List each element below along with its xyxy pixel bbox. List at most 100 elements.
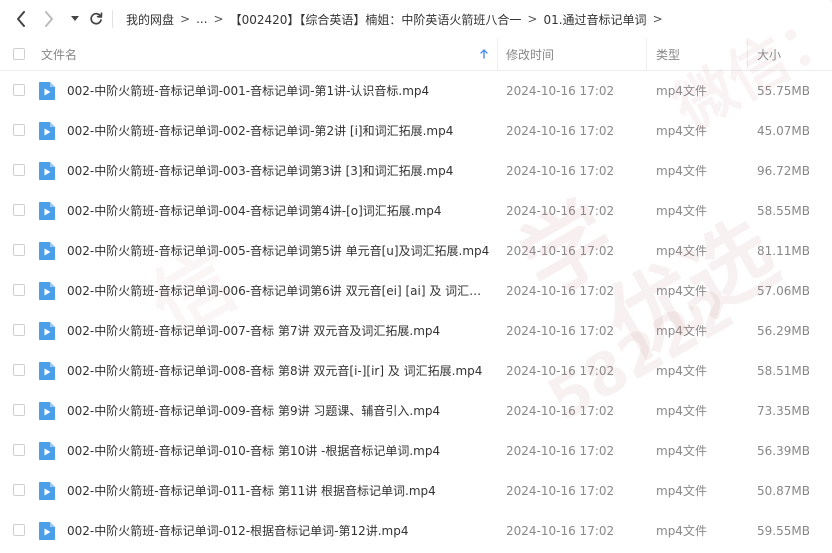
file-row[interactable]: 002-中阶火箭班-音标记单词-011-音标 第11讲 根据音标记单词.mp4 2… — [0, 471, 832, 511]
file-modified-date: 2024-10-16 17:02 — [506, 164, 615, 178]
row-checkbox[interactable] — [13, 484, 25, 496]
column-header-date[interactable]: 修改时间 — [497, 38, 645, 70]
file-modified-date: 2024-10-16 17:02 — [506, 404, 615, 418]
file-name[interactable]: 002-中阶火箭班-音标记单词-008-音标 第8讲 双元音[i-][ir] 及… — [67, 351, 482, 391]
chevron-right-icon — [45, 11, 53, 27]
toolbar: 我的网盘 > ... > 【002420】【综合英语】楠姐：中阶英语火箭班八合一… — [0, 0, 832, 38]
file-modified-date: 2024-10-16 17:02 — [506, 244, 615, 258]
file-name[interactable]: 002-中阶火箭班-音标记单词-010-音标 第10讲 -根据音标记单词.mp4 — [67, 431, 440, 471]
file-type: mp4文件 — [656, 124, 707, 138]
file-type: mp4文件 — [656, 204, 707, 218]
file-name[interactable]: 002-中阶火箭班-音标记单词-007-音标 第7讲 双元音及词汇拓展.mp4 — [67, 311, 440, 351]
row-checkbox[interactable] — [13, 204, 25, 216]
file-row[interactable]: 002-中阶火箭班-音标记单词-007-音标 第7讲 双元音及词汇拓展.mp4 2… — [0, 311, 832, 351]
video-file-icon — [39, 522, 55, 540]
file-name[interactable]: 002-中阶火箭班-音标记单词-011-音标 第11讲 根据音标记单词.mp4 — [67, 471, 436, 511]
toolbar-divider — [112, 10, 113, 28]
video-file-icon — [39, 402, 55, 420]
video-file-icon — [39, 162, 55, 180]
forward-button[interactable] — [40, 10, 58, 28]
file-modified-date: 2024-10-16 17:02 — [506, 204, 615, 218]
file-modified-date: 2024-10-16 17:02 — [506, 524, 615, 538]
arrow-up-icon — [480, 49, 488, 59]
file-type: mp4文件 — [656, 404, 707, 418]
caret-down-icon — [71, 16, 79, 21]
video-file-icon — [39, 282, 55, 300]
breadcrumb-item-current[interactable]: 01.通过音标记单词 — [543, 11, 646, 28]
file-name[interactable]: 002-中阶火箭班-音标记单词-004-音标记单词第4讲-[o]词汇拓展.mp4 — [67, 191, 442, 231]
video-file-icon — [39, 442, 55, 460]
back-button[interactable] — [12, 10, 30, 28]
breadcrumb: 我的网盘 > ... > 【002420】【综合英语】楠姐：中阶英语火箭班八合一… — [126, 0, 669, 38]
row-checkbox[interactable] — [13, 244, 25, 256]
file-list-header: 文件名 修改时间 类型 大小 — [0, 38, 832, 71]
column-header-size-label: 大小 — [757, 47, 782, 62]
file-modified-date: 2024-10-16 17:02 — [506, 84, 615, 98]
file-type: mp4文件 — [656, 324, 707, 338]
row-checkbox[interactable] — [13, 524, 25, 536]
file-name[interactable]: 002-中阶火箭班-音标记单词-005-音标记单词第5讲 单元音[u]及词汇拓展… — [67, 231, 489, 271]
file-modified-date: 2024-10-16 17:02 — [506, 324, 615, 338]
file-modified-date: 2024-10-16 17:02 — [506, 364, 615, 378]
file-size: 81.11MB — [757, 244, 810, 258]
file-row[interactable]: 002-中阶火箭班-音标记单词-003-音标记单词第3讲 [3]和词汇拓展.mp… — [0, 151, 832, 191]
column-header-type[interactable]: 类型 — [646, 38, 746, 70]
file-name[interactable]: 002-中阶火箭班-音标记单词-003-音标记单词第3讲 [3]和词汇拓展.mp… — [67, 151, 453, 191]
file-modified-date: 2024-10-16 17:02 — [506, 484, 615, 498]
video-file-icon — [39, 362, 55, 380]
file-row[interactable]: 002-中阶火箭班-音标记单词-008-音标 第8讲 双元音[i-][ir] 及… — [0, 351, 832, 391]
file-type: mp4文件 — [656, 484, 707, 498]
file-name[interactable]: 002-中阶火箭班-音标记单词-009-音标 第9讲 习题课、辅音引入.mp4 — [67, 391, 440, 431]
file-row[interactable]: 002-中阶火箭班-音标记单词-005-音标记单词第5讲 单元音[u]及词汇拓展… — [0, 231, 832, 271]
file-row[interactable]: 002-中阶火箭班-音标记单词-001-音标记单词-第1讲-认识音标.mp4 20… — [0, 71, 832, 111]
breadcrumb-separator-icon: > — [652, 12, 663, 26]
row-checkbox[interactable] — [13, 444, 25, 456]
file-size: 58.51MB — [757, 364, 810, 378]
row-checkbox[interactable] — [13, 164, 25, 176]
file-type: mp4文件 — [656, 284, 707, 298]
file-size: 45.07MB — [757, 124, 810, 138]
breadcrumb-separator-icon: > — [180, 12, 191, 26]
row-checkbox[interactable] — [13, 404, 25, 416]
file-modified-date: 2024-10-16 17:02 — [506, 444, 615, 458]
video-file-icon — [39, 82, 55, 100]
row-checkbox[interactable] — [13, 364, 25, 376]
row-checkbox[interactable] — [13, 284, 25, 296]
row-checkbox[interactable] — [13, 124, 25, 136]
file-size: 55.75MB — [757, 84, 810, 98]
file-size: 73.35MB — [757, 404, 810, 418]
file-size: 57.06MB — [757, 284, 810, 298]
file-name[interactable]: 002-中阶火箭班-音标记单词-002-音标记单词-第2讲 [i]和词汇拓展.m… — [67, 111, 453, 151]
breadcrumb-item[interactable]: 【002420】【综合英语】楠姐：中阶英语火箭班八合一 — [230, 11, 522, 28]
file-size: 50.87MB — [757, 484, 810, 498]
file-row[interactable]: 002-中阶火箭班-音标记单词-012-根据音标记单词-第12讲.mp4 2024… — [0, 511, 832, 551]
file-row[interactable]: 002-中阶火箭班-音标记单词-004-音标记单词第4讲-[o]词汇拓展.mp4… — [0, 191, 832, 231]
file-row[interactable]: 002-中阶火箭班-音标记单词-010-音标 第10讲 -根据音标记单词.mp4… — [0, 431, 832, 471]
row-checkbox[interactable] — [13, 84, 25, 96]
file-name[interactable]: 002-中阶火箭班-音标记单词-006-音标记单词第6讲 双元音[ei] [ai… — [67, 271, 492, 311]
video-file-icon — [39, 482, 55, 500]
file-size: 58.55MB — [757, 204, 810, 218]
refresh-icon — [90, 12, 103, 25]
file-size: 56.29MB — [757, 324, 810, 338]
file-name[interactable]: 002-中阶火箭班-音标记单词-012-根据音标记单词-第12讲.mp4 — [67, 511, 409, 551]
video-file-icon — [39, 322, 55, 340]
row-checkbox[interactable] — [13, 324, 25, 336]
file-type: mp4文件 — [656, 244, 707, 258]
chevron-left-icon — [17, 11, 25, 27]
history-dropdown-button[interactable] — [68, 10, 82, 28]
file-row[interactable]: 002-中阶火箭班-音标记单词-006-音标记单词第6讲 双元音[ei] [ai… — [0, 271, 832, 311]
breadcrumb-item[interactable]: 我的网盘 — [126, 11, 174, 28]
breadcrumb-separator-icon: > — [213, 12, 224, 26]
file-name[interactable]: 002-中阶火箭班-音标记单词-001-音标记单词-第1讲-认识音标.mp4 — [67, 71, 429, 111]
column-header-size[interactable]: 大小 — [747, 38, 832, 70]
file-row[interactable]: 002-中阶火箭班-音标记单词-002-音标记单词-第2讲 [i]和词汇拓展.m… — [0, 111, 832, 151]
select-all-checkbox[interactable] — [13, 48, 25, 60]
file-row[interactable]: 002-中阶火箭班-音标记单词-009-音标 第9讲 习题课、辅音引入.mp4 2… — [0, 391, 832, 431]
file-size: 96.72MB — [757, 164, 810, 178]
refresh-button[interactable] — [88, 10, 104, 28]
breadcrumb-item[interactable]: ... — [196, 12, 207, 26]
video-file-icon — [39, 202, 55, 220]
column-header-name[interactable]: 文件名 — [41, 38, 496, 70]
file-size: 59.55MB — [757, 524, 810, 538]
